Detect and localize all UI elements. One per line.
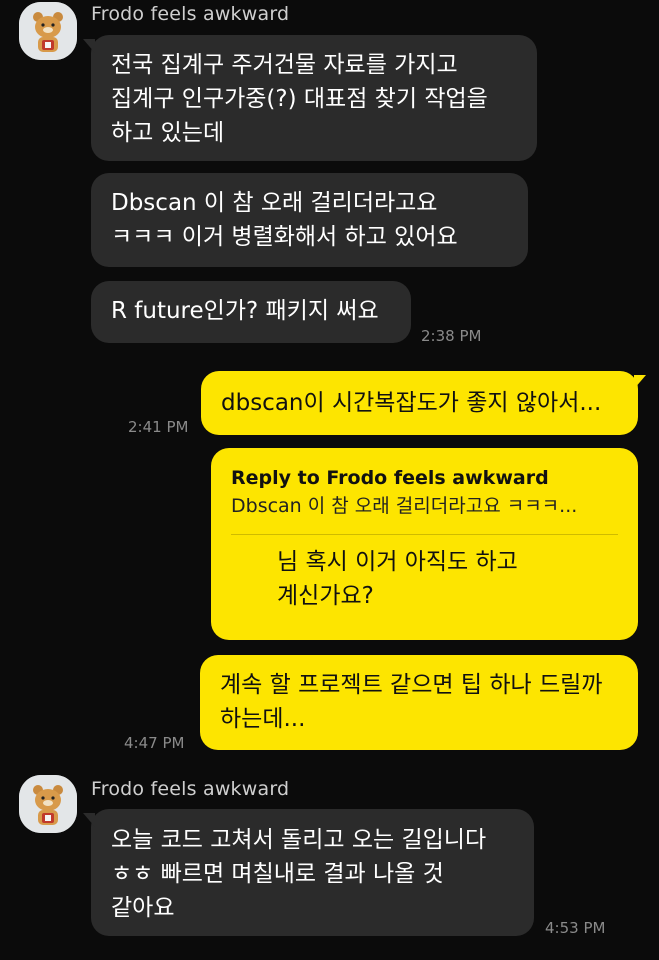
ryan-avatar-icon xyxy=(19,2,77,60)
sender-name: Frodo feels awkward xyxy=(91,3,290,25)
sender-avatar[interactable] xyxy=(19,775,77,833)
my-message-bubble[interactable]: dbscan이 시간복잡도가 좋지 않아서... xyxy=(201,371,646,435)
message-bubble[interactable]: R future인가? 패키지 써요 xyxy=(91,281,411,343)
message-timestamp: 2:38 PM xyxy=(421,327,482,345)
chat-window: Frodo feels awkward 전국 집계구 주거건물 자료를 가지고 … xyxy=(0,0,659,960)
message-bubble[interactable]: 오늘 코드 고쳐서 돌리고 오는 길입니다 ㅎㅎ 빠르면 며칠내로 결과 나올 … xyxy=(83,809,534,936)
message-timestamp: 4:47 PM xyxy=(124,734,185,752)
ryan-avatar-icon xyxy=(19,775,77,833)
reply-to-label: Reply to Frodo feels awkward xyxy=(231,467,549,489)
sender-avatar[interactable] xyxy=(19,2,77,60)
message-bubble[interactable]: Dbscan 이 참 오래 걸리더라고요 ㅋㅋㅋ 이거 병렬화해서 하고 있어요 xyxy=(91,173,528,267)
reply-divider xyxy=(231,534,618,535)
message-bubble[interactable]: 전국 집계구 주거건물 자료를 가지고 집계구 인구가중(?) 대표점 찾기 작… xyxy=(83,35,537,161)
message-timestamp: 4:53 PM xyxy=(545,919,606,937)
reply-message-bubble[interactable]: Reply to Frodo feels awkward Dbscan 이 참 … xyxy=(211,448,638,640)
message-timestamp: 2:41 PM xyxy=(128,418,189,436)
reply-body-text: 님 혹시 이거 아직도 하고 계신가요? xyxy=(277,549,518,609)
my-message-bubble[interactable]: 계속 할 프로젝트 같으면 팁 하나 드릴까 하는데... xyxy=(200,655,638,750)
sender-name: Frodo feels awkward xyxy=(91,778,290,800)
reply-quote-text[interactable]: Dbscan 이 참 오래 걸리더라고요 ㅋㅋㅋ... xyxy=(231,492,618,520)
